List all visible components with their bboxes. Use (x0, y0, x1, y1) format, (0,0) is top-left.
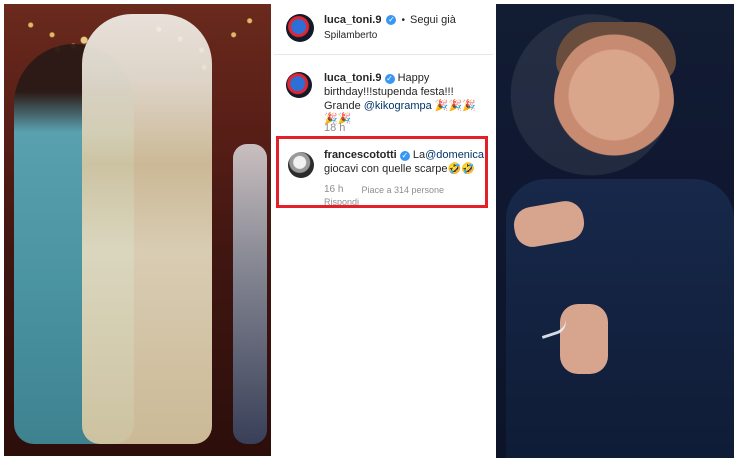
caption-avatar[interactable] (286, 72, 312, 98)
caption-mention[interactable]: @kikogrampa (364, 100, 432, 112)
thumbs-hand (560, 304, 608, 374)
post-header: luca_toni.9 ✓ • Segui già Spilamberto (274, 4, 493, 55)
follow-status[interactable]: Segui già (410, 14, 456, 26)
verified-icon: ✓ (386, 15, 397, 25)
separator-dot: • (401, 14, 405, 26)
caption-username[interactable]: luca_toni.9 (324, 72, 381, 84)
caption-text: luca_toni.9 ✓ Happy birthday!!!stupenda … (324, 72, 489, 127)
right-photo (496, 4, 734, 458)
head (554, 32, 674, 172)
post-location[interactable]: Spilamberto (324, 30, 377, 41)
author-row: luca_toni.9 ✓ • Segui già (324, 14, 456, 26)
verified-icon: ✓ (384, 74, 395, 84)
man-figure (82, 14, 212, 444)
background-person (233, 144, 267, 444)
caption-comment: luca_toni.9 ✓ Happy birthday!!!stupenda … (274, 62, 493, 142)
author-avatar[interactable] (286, 14, 314, 42)
caption-time: 18 h (324, 122, 346, 134)
left-photo (4, 4, 271, 456)
instagram-post-panel: luca_toni.9 ✓ • Segui già Spilamberto lu… (274, 4, 493, 458)
author-username[interactable]: luca_toni.9 (324, 14, 381, 26)
red-highlight-box (276, 136, 488, 208)
